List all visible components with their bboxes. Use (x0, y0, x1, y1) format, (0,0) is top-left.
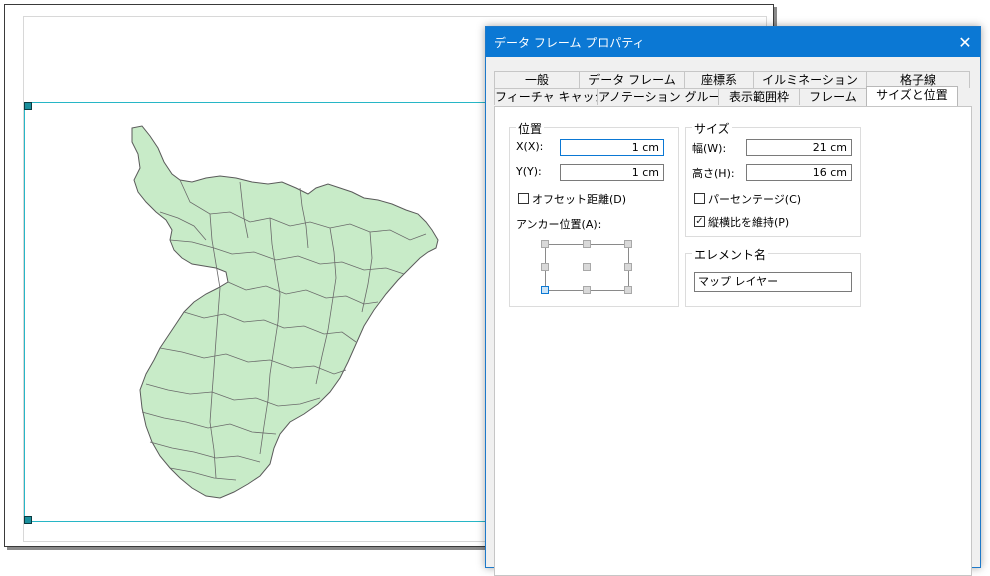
data-frame-properties-dialog: データ フレーム プロパティ ✕ 一般 データ フレーム 座標系 イルミネーショ… (485, 26, 981, 576)
municipality-polygons (131, 125, 439, 499)
tab-data-frame[interactable]: データ フレーム (579, 71, 685, 88)
tab-size-and-position[interactable]: サイズと位置 (866, 86, 958, 106)
preserve-aspect-checkbox[interactable]: ✓ (694, 216, 705, 227)
anchor-middle-right[interactable] (624, 263, 632, 271)
dialog-title: データ フレーム プロパティ (494, 35, 645, 50)
size-group-title: サイズ (692, 120, 732, 137)
tab-panel-size-and-position: 位置 X(X): 1 cm Y(Y): 1 cm オフセット距離(D) アンカー… (494, 106, 972, 576)
size-group: サイズ 幅(W): 21 cm 高さ(H): 16 cm パーセンテージ(C) … (685, 120, 861, 237)
offset-label: オフセット距離(D) (532, 193, 627, 206)
anchor-top-center[interactable] (583, 240, 591, 248)
anchor-top-right[interactable] (624, 240, 632, 248)
preserve-aspect-label: 縦横比を維持(P) (708, 216, 790, 229)
percentage-label: パーセンテージ(C) (708, 193, 802, 206)
width-label: 幅(W): (692, 142, 727, 155)
anchor-center[interactable] (583, 263, 591, 271)
width-field[interactable]: 21 cm (746, 139, 852, 156)
anchor-label: アンカー位置(A): (516, 218, 602, 231)
y-field[interactable]: 1 cm (560, 164, 664, 181)
tab-extent-indicators[interactable]: 表示範囲枠 (718, 88, 800, 105)
position-group-title: 位置 (516, 120, 545, 137)
map-layer (131, 125, 439, 499)
anchor-bottom-right[interactable] (624, 286, 632, 294)
tab-row-2: フィーチャ キャッシュ アノテーション グループ 表示範囲枠 フレーム サイズと… (494, 86, 958, 106)
tab-illumination[interactable]: イルミネーション (753, 71, 867, 88)
resize-handle-top-left[interactable] (24, 102, 32, 110)
offset-checkbox[interactable] (518, 193, 529, 204)
element-name-title: エレメント名 (692, 246, 769, 263)
tab-annotation-groups[interactable]: アノテーション グループ (597, 88, 732, 105)
y-label: Y(Y): (516, 165, 542, 178)
anchor-bottom-center[interactable] (583, 286, 591, 294)
element-name-field[interactable]: マップ レイヤー (694, 272, 852, 292)
element-name-group: エレメント名 マップ レイヤー (685, 246, 861, 307)
dialog-titlebar[interactable]: データ フレーム プロパティ ✕ (486, 27, 980, 57)
percentage-checkbox[interactable] (694, 193, 705, 204)
tab-coordinate-system[interactable]: 座標系 (684, 71, 754, 88)
position-group: 位置 X(X): 1 cm Y(Y): 1 cm オフセット距離(D) アンカー… (509, 120, 679, 307)
x-label: X(X): (516, 140, 544, 153)
height-field[interactable]: 16 cm (746, 164, 852, 181)
anchor-top-left[interactable] (541, 240, 549, 248)
close-icon[interactable]: ✕ (950, 33, 980, 52)
resize-handle-bottom-left[interactable] (24, 516, 32, 524)
tab-feature-cache[interactable]: フィーチャ キャッシュ (494, 88, 618, 105)
tab-general[interactable]: 一般 (494, 71, 580, 88)
anchor-bottom-left[interactable] (541, 286, 549, 294)
height-label: 高さ(H): (692, 167, 735, 180)
anchor-middle-left[interactable] (541, 263, 549, 271)
x-field[interactable]: 1 cm (560, 139, 664, 156)
tab-frame[interactable]: フレーム (799, 88, 867, 105)
